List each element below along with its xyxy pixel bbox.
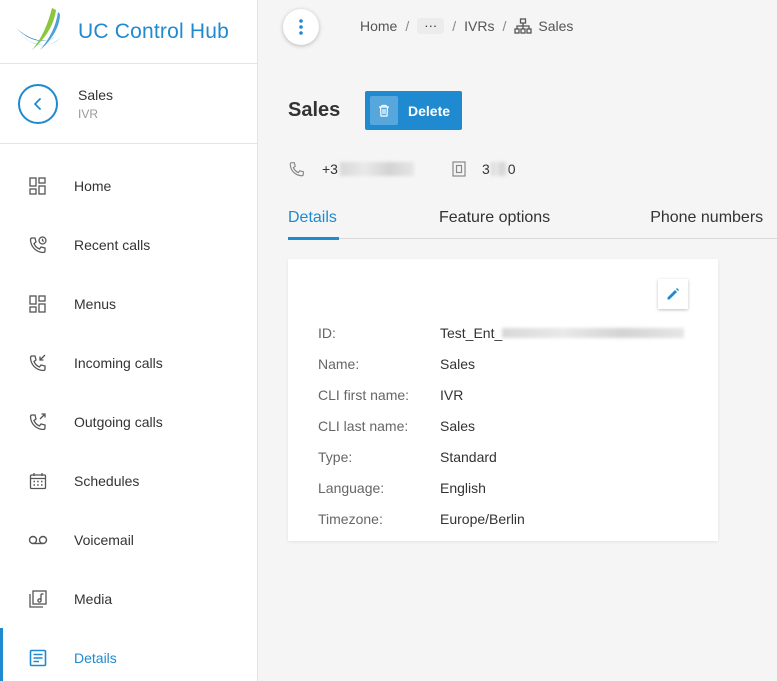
detail-value: Sales (440, 355, 476, 372)
sidebar-item-incoming-calls[interactable]: Incoming calls (0, 333, 257, 392)
delete-button-label: Delete (408, 102, 451, 119)
sidebar-item-label: Schedules (74, 472, 140, 489)
sidebar-item-label: Menus (74, 295, 117, 312)
sidebar-item-schedules[interactable]: Schedules (0, 451, 257, 510)
detail-value: English (440, 479, 486, 496)
breadcrumb-ivrs[interactable]: IVRs (464, 18, 494, 34)
sidebar-item-outgoing-calls[interactable]: Outgoing calls (0, 392, 257, 451)
breadcrumb-more[interactable]: ··· (417, 18, 445, 34)
delete-button[interactable]: Delete (365, 91, 462, 130)
tab-bar: Details Feature options Phone numbers (288, 209, 777, 240)
detail-value: Test_Ent_ (440, 324, 685, 341)
tab-phone-numbers[interactable]: Phone numbers (650, 209, 763, 239)
detail-label: Name: (318, 355, 360, 372)
tab-feature-options[interactable]: Feature options (439, 209, 550, 239)
context-type: IVR (78, 106, 99, 121)
more-vertical-icon (299, 19, 303, 35)
extension-number: 3 0 (482, 161, 516, 177)
media-icon (28, 589, 48, 609)
details-card: ID: Test_Ent_ Name: Sales CLI first name… (288, 259, 718, 541)
breadcrumb-separator: / (452, 18, 457, 34)
sidebar-item-label: Recent calls (74, 236, 151, 253)
more-menu-button[interactable] (283, 9, 319, 45)
sidebar-item-voicemail[interactable]: Voicemail (0, 510, 257, 569)
details-icon (28, 648, 48, 668)
phone-number-prefix: +3 (322, 161, 338, 177)
detail-row-language: Language: English (318, 472, 684, 503)
breadcrumb-current-label: Sales (538, 18, 574, 34)
detail-row-cli-first-name: CLI first name: IVR (318, 379, 684, 410)
brand-title: UC Control Hub (78, 19, 230, 43)
sidebar-item-label: Incoming calls (74, 354, 163, 371)
chevron-left-icon (34, 97, 41, 110)
detail-label: CLI last name: (318, 417, 409, 434)
sidebar-item-recent-calls[interactable]: Recent calls (0, 215, 257, 274)
detail-value: Europe/Berlin (440, 510, 525, 527)
breadcrumb: Home / ··· / IVRs / Sales (360, 18, 573, 34)
redacted-phone-digits (339, 162, 414, 176)
edit-button[interactable] (658, 279, 688, 309)
sidebar-item-label: Media (74, 590, 113, 607)
detail-value: Standard (440, 448, 497, 465)
breadcrumb-home[interactable]: Home (360, 18, 397, 34)
detail-label: ID: (318, 324, 336, 341)
breadcrumb-separator: / (502, 18, 507, 34)
phone-number: +3 (322, 161, 414, 177)
main-content: Home / ··· / IVRs / Sales Sales Delete +… (258, 0, 777, 681)
extension-icon (452, 161, 466, 177)
extension-number-end: 0 (507, 161, 516, 177)
redacted-id (502, 327, 685, 338)
detail-row-name: Name: Sales (318, 348, 684, 379)
detail-label: Language: (318, 479, 385, 496)
sidebar-item-menus[interactable]: Menus (0, 274, 257, 333)
outgoing-call-icon (28, 412, 48, 432)
phone-icon (289, 162, 304, 177)
detail-label: CLI first name: (318, 386, 410, 403)
recent-calls-icon (28, 235, 48, 255)
incoming-call-icon (28, 353, 48, 373)
sidebar-item-label: Voicemail (74, 531, 134, 548)
sidebar-item-label: Home (74, 177, 112, 194)
ivr-info-row: +3 3 0 (288, 160, 516, 178)
detail-row-cli-last-name: CLI last name: Sales (318, 410, 684, 441)
sidebar-item-home[interactable]: Home (0, 156, 257, 215)
details-list: ID: Test_Ent_ Name: Sales CLI first name… (318, 317, 685, 534)
dashboard-icon (28, 176, 48, 196)
brand-logo-icon (16, 7, 60, 50)
sidebar: UC Control Hub Sales IVR Home Recent cal… (0, 0, 258, 681)
back-button[interactable] (18, 83, 58, 124)
sidebar-nav: Home Recent calls Menus Incoming calls O… (0, 156, 257, 681)
sidebar-item-details[interactable]: Details (0, 628, 257, 681)
detail-row-type: Type: Standard (318, 441, 684, 472)
context-header: Sales IVR (0, 64, 257, 144)
extension-number-start: 3 (481, 161, 490, 177)
sidebar-item-label: Outgoing calls (74, 413, 163, 430)
id-value-prefix: Test_Ent_ (440, 324, 503, 341)
detail-label: Type: (318, 448, 353, 465)
context-name: Sales (78, 86, 114, 103)
calendar-icon (28, 471, 48, 491)
detail-row-timezone: Timezone: Europe/Berlin (318, 503, 684, 534)
tab-details[interactable]: Details (288, 209, 339, 240)
hierarchy-icon (514, 18, 533, 34)
page-title: Sales (288, 99, 341, 121)
sidebar-item-label: Details (74, 649, 117, 666)
trash-icon (370, 96, 398, 125)
brand-header[interactable]: UC Control Hub (0, 0, 257, 64)
detail-value: Sales (440, 417, 476, 434)
redacted-extension-digits (490, 162, 507, 176)
detail-value: IVR (440, 386, 464, 403)
sidebar-item-media[interactable]: Media (0, 569, 257, 628)
menu-grid-icon (28, 294, 48, 314)
breadcrumb-separator: / (405, 18, 410, 34)
voicemail-icon (28, 530, 48, 550)
pencil-icon (667, 288, 679, 300)
breadcrumb-current: Sales (514, 18, 573, 34)
detail-row-id: ID: Test_Ent_ (318, 317, 685, 348)
detail-label: Timezone: (318, 510, 383, 527)
